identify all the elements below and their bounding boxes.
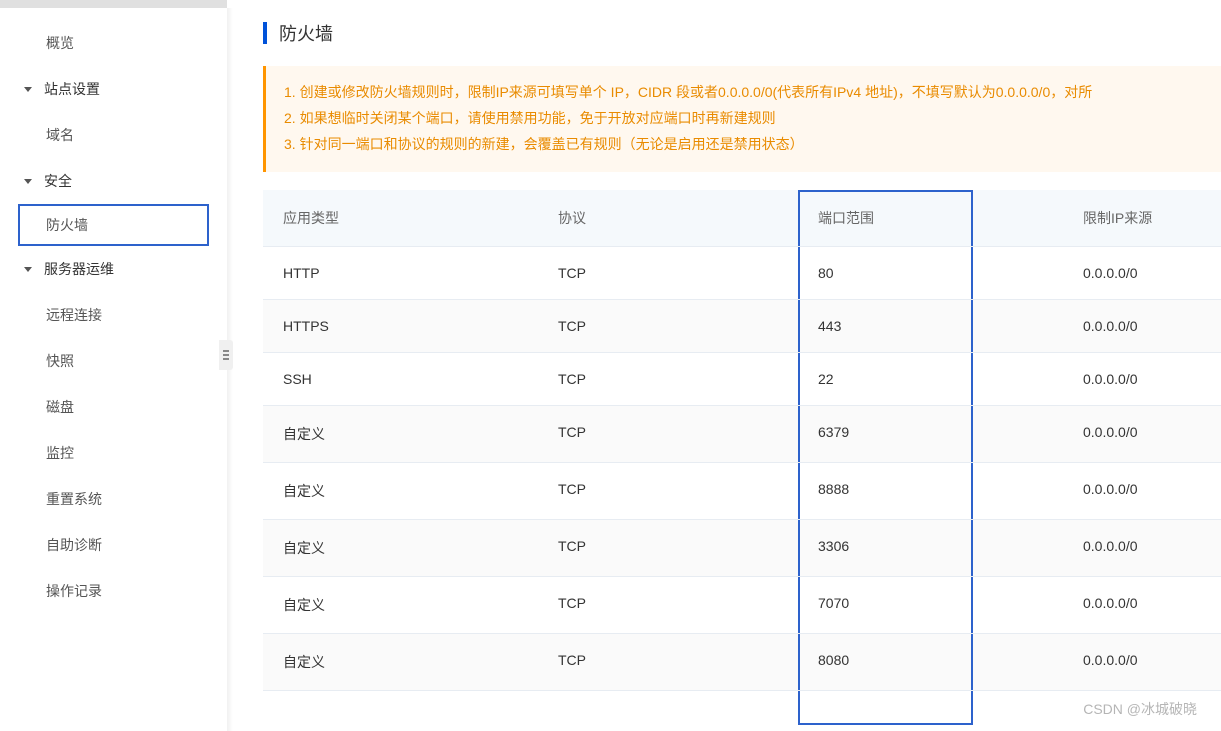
sidebar-item-label: 重置系统 xyxy=(46,489,102,509)
cell-ip-limit: 0.0.0.0/0 xyxy=(973,353,1221,406)
table-row[interactable]: 自定义 TCP 8080 0.0.0.0/0 xyxy=(263,634,1221,691)
top-bar xyxy=(0,0,227,8)
sidebar-item-label: 快照 xyxy=(46,351,74,371)
sidebar-item-self-diagnosis[interactable]: 自助诊断 xyxy=(0,522,227,568)
cell-protocol: TCP xyxy=(538,353,798,406)
sidebar-item-label: 安全 xyxy=(44,171,72,191)
cell-app-type: 自定义 xyxy=(263,463,538,520)
cell-ip-limit: 0.0.0.0/0 xyxy=(973,520,1221,577)
cell-app-type: HTTPS xyxy=(263,300,538,353)
firewall-table: 应用类型 协议 端口范围 限制IP来源 HTTP TCP 80 0.0.0.0/… xyxy=(263,190,1221,691)
cell-port-range: 8080 xyxy=(798,634,973,691)
cell-ip-limit: 0.0.0.0/0 xyxy=(973,247,1221,300)
cell-protocol: TCP xyxy=(538,300,798,353)
sidebar-item-label: 远程连接 xyxy=(46,305,102,325)
table-header-row: 应用类型 协议 端口范围 限制IP来源 xyxy=(263,190,1221,247)
cell-ip-limit: 0.0.0.0/0 xyxy=(973,300,1221,353)
table-row[interactable]: SSH TCP 22 0.0.0.0/0 xyxy=(263,353,1221,406)
cell-port-range: 22 xyxy=(798,353,973,406)
table-row[interactable]: 自定义 TCP 6379 0.0.0.0/0 xyxy=(263,406,1221,463)
sidebar-item-label: 操作记录 xyxy=(46,581,102,601)
cell-port-range: 8888 xyxy=(798,463,973,520)
main-content: 防火墙 1. 创建或修改防火墙规则时，限制IP来源可填写单个 IP，CIDR 段… xyxy=(227,8,1221,731)
caret-down-icon xyxy=(24,87,32,92)
th-app-type: 应用类型 xyxy=(263,190,538,247)
cell-protocol: TCP xyxy=(538,463,798,520)
cell-ip-limit: 0.0.0.0/0 xyxy=(973,634,1221,691)
notice-box: 1. 创建或修改防火墙规则时，限制IP来源可填写单个 IP，CIDR 段或者0.… xyxy=(263,66,1221,172)
sidebar: 概览 站点设置 域名 安全 防火墙 服务器运维 远程连接 快照 磁盘 xyxy=(0,8,227,731)
sidebar-collapse-handle[interactable] xyxy=(219,340,233,370)
sidebar-item-monitor[interactable]: 监控 xyxy=(0,430,227,476)
sidebar-item-label: 站点设置 xyxy=(44,79,100,99)
sidebar-item-server-ops[interactable]: 服务器运维 xyxy=(0,246,227,292)
page-title: 防火墙 xyxy=(279,20,333,46)
cell-port-range: 3306 xyxy=(798,520,973,577)
cell-ip-limit: 0.0.0.0/0 xyxy=(973,577,1221,634)
cell-protocol: TCP xyxy=(538,247,798,300)
cell-app-type: SSH xyxy=(263,353,538,406)
sidebar-item-label: 自助诊断 xyxy=(46,535,102,555)
table-row[interactable]: 自定义 TCP 3306 0.0.0.0/0 xyxy=(263,520,1221,577)
cell-ip-limit: 0.0.0.0/0 xyxy=(973,406,1221,463)
th-protocol: 协议 xyxy=(538,190,798,247)
notice-line: 3. 针对同一端口和协议的规则的新建，会覆盖已有规则（无论是启用还是禁用状态） xyxy=(284,132,1203,158)
cell-protocol: TCP xyxy=(538,634,798,691)
cell-app-type: 自定义 xyxy=(263,520,538,577)
title-accent-bar xyxy=(263,22,267,44)
cell-protocol: TCP xyxy=(538,406,798,463)
cell-app-type: 自定义 xyxy=(263,634,538,691)
sidebar-item-domain[interactable]: 域名 xyxy=(0,112,227,158)
cell-ip-limit: 0.0.0.0/0 xyxy=(973,463,1221,520)
sidebar-item-label: 概览 xyxy=(46,33,74,53)
cell-port-range: 6379 xyxy=(798,406,973,463)
table-row[interactable]: 自定义 TCP 7070 0.0.0.0/0 xyxy=(263,577,1221,634)
caret-down-icon xyxy=(24,267,32,272)
sidebar-item-label: 防火墙 xyxy=(46,215,88,235)
cell-port-range: 443 xyxy=(798,300,973,353)
sidebar-item-firewall[interactable]: 防火墙 xyxy=(18,204,209,246)
table-row[interactable]: HTTP TCP 80 0.0.0.0/0 xyxy=(263,247,1221,300)
caret-down-icon xyxy=(24,179,32,184)
sidebar-item-operation-log[interactable]: 操作记录 xyxy=(0,568,227,614)
cell-protocol: TCP xyxy=(538,520,798,577)
sidebar-item-remote-connect[interactable]: 远程连接 xyxy=(0,292,227,338)
sidebar-item-reset-system[interactable]: 重置系统 xyxy=(0,476,227,522)
cell-app-type: HTTP xyxy=(263,247,538,300)
cell-app-type: 自定义 xyxy=(263,406,538,463)
sidebar-item-snapshot[interactable]: 快照 xyxy=(0,338,227,384)
table-row[interactable]: HTTPS TCP 443 0.0.0.0/0 xyxy=(263,300,1221,353)
th-ip-limit: 限制IP来源 xyxy=(973,190,1221,247)
notice-line: 1. 创建或修改防火墙规则时，限制IP来源可填写单个 IP，CIDR 段或者0.… xyxy=(284,80,1203,106)
sidebar-item-label: 磁盘 xyxy=(46,397,74,417)
cell-port-range: 80 xyxy=(798,247,973,300)
sidebar-item-overview[interactable]: 概览 xyxy=(0,20,227,66)
cell-port-range: 7070 xyxy=(798,577,973,634)
sidebar-item-security[interactable]: 安全 xyxy=(0,158,227,204)
th-port-range: 端口范围 xyxy=(798,190,973,247)
sidebar-item-label: 服务器运维 xyxy=(44,259,114,279)
sidebar-item-label: 监控 xyxy=(46,443,74,463)
cell-app-type: 自定义 xyxy=(263,577,538,634)
sidebar-item-disk[interactable]: 磁盘 xyxy=(0,384,227,430)
table-row[interactable]: 自定义 TCP 8888 0.0.0.0/0 xyxy=(263,463,1221,520)
page-title-wrap: 防火墙 xyxy=(263,20,1221,46)
notice-line: 2. 如果想临时关闭某个端口，请使用禁用功能，免于开放对应端口时再新建规则 xyxy=(284,106,1203,132)
sidebar-item-label: 域名 xyxy=(46,125,74,145)
sidebar-item-site-settings[interactable]: 站点设置 xyxy=(0,66,227,112)
cell-protocol: TCP xyxy=(538,577,798,634)
